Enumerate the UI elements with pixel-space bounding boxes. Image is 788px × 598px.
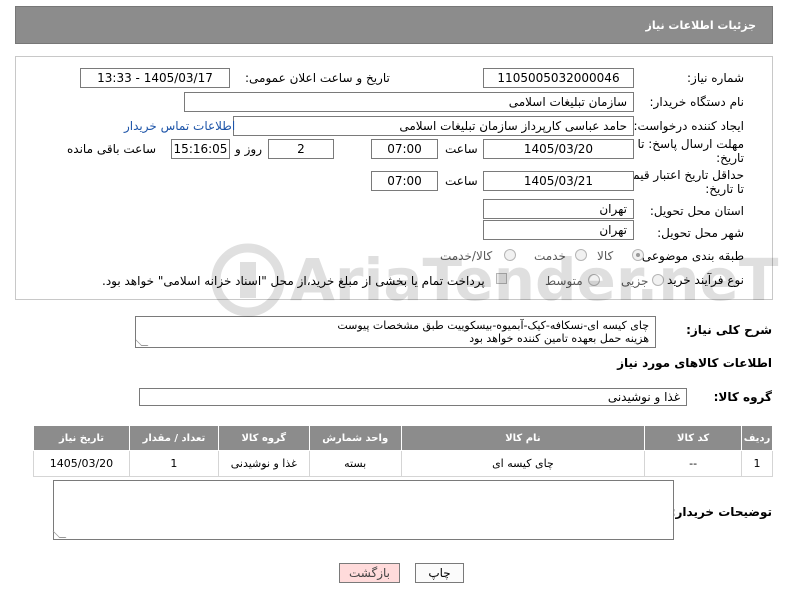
treasury-payment-note: پرداخت تمام یا بخشی از مبلغ خرید،از محل … — [102, 274, 485, 288]
process-minor-radio[interactable] — [652, 274, 664, 286]
deadline-date-field[interactable]: 1405/03/20 — [483, 139, 634, 159]
process-medium-label: متوسط — [545, 274, 583, 288]
days-field[interactable]: 2 — [268, 139, 334, 159]
cell-item-name: چای کیسه ای — [400, 450, 646, 477]
deadline-label-date: تاریخ: — [716, 151, 744, 165]
process-minor-label: جزیی — [621, 274, 649, 288]
min-validity-label-date: تا تاریخ: — [705, 182, 744, 196]
cell-group: غذا و نوشیدنی — [217, 450, 310, 477]
print-button[interactable]: چاپ — [415, 563, 464, 583]
description-line-1: چای کیسه ای-نسکافه-کیک-آبمیوه-بیسکوییت ط… — [337, 319, 649, 332]
page-title: جزئیات اطلاعات نیاز — [645, 19, 757, 32]
category-goods-label: کالا — [597, 249, 614, 263]
col-header-group: گروه کالا — [217, 425, 310, 451]
description-line-2: هزینه حمل بعهده تامین کننده خواهد بود — [469, 332, 649, 345]
category-service-label: خدمت — [534, 249, 566, 263]
creator-label: ایجاد کننده درخواست: — [633, 119, 744, 133]
announce-datetime-label: تاریخ و ساعت اعلان عمومی: — [245, 71, 390, 85]
remaining-time-label: ساعت باقی مانده — [67, 142, 157, 156]
cell-unit: بسته — [308, 450, 402, 477]
cell-item-code: -- — [644, 450, 743, 477]
cell-quantity: 1 — [128, 450, 219, 477]
category-goods-radio[interactable] — [632, 249, 644, 261]
buyer-contact-link[interactable]: اطلاعات تماس خریدار — [124, 119, 235, 133]
category-goods-service-label: کالا/خدمت — [440, 249, 493, 263]
validity-time-field[interactable]: 07:00 — [371, 171, 438, 191]
col-header-need-date: تاریخ نیاز — [33, 425, 130, 451]
buyer-notes-textarea[interactable] — [52, 480, 674, 540]
table-header-row: ردیف کد کالا نام کالا واحد شمارش گروه کا… — [33, 425, 773, 451]
need-number-label: شماره نیاز: — [687, 71, 744, 85]
creator-field[interactable]: حامد عباسی کارپرداز سازمان تبلیغات اسلام… — [233, 116, 634, 136]
description-textarea[interactable]: چای کیسه ای-نسکافه-کیک-آبمیوه-بیسکوییت ط… — [135, 316, 656, 348]
deadline-label: مهلت ارسال پاسخ: تا — [637, 137, 744, 151]
validity-time-label: ساعت — [445, 174, 478, 188]
col-header-item-code: کد کالا — [644, 425, 743, 451]
buyer-notes-label: توضیحات خریدار: — [670, 505, 772, 519]
col-header-item-name: نام کالا — [400, 425, 646, 451]
process-type-label: نوع فرآیند خرید : — [659, 273, 744, 287]
description-label: شرح کلی نیاز: — [686, 323, 772, 337]
col-header-unit: واحد شمارش — [308, 425, 402, 451]
category-goods-service-radio[interactable] — [504, 249, 516, 261]
min-validity-label: حداقل تاریخ اعتبار قیمت: — [617, 168, 744, 182]
cell-need-date: 1405/03/20 — [33, 450, 130, 477]
back-button[interactable]: بازگشت — [339, 563, 400, 583]
table-row[interactable]: 1 -- چای کیسه ای بسته غذا و نوشیدنی 1 14… — [33, 450, 773, 477]
need-number-field[interactable]: 1105005032000046 — [483, 68, 634, 88]
remaining-time-field[interactable]: 15:16:05 — [171, 139, 230, 159]
deadline-time-field[interactable]: 07:00 — [371, 139, 438, 159]
days-label: روز و — [235, 142, 262, 156]
province-field[interactable]: تهران — [483, 199, 634, 219]
province-label: استان محل تحویل: — [649, 204, 744, 218]
treasury-payment-checkbox[interactable] — [496, 273, 507, 284]
col-header-quantity: تعداد / مقدار — [128, 425, 219, 451]
buyer-org-label: نام دستگاه خریدار: — [649, 95, 745, 109]
resize-handle-icon[interactable] — [52, 531, 67, 538]
buyer-org-field[interactable]: سازمان تبلیغات اسلامی — [184, 92, 634, 112]
goods-table: ردیف کد کالا نام کالا واحد شمارش گروه کا… — [33, 425, 773, 477]
category-service-radio[interactable] — [575, 249, 587, 261]
deadline-time-label: ساعت — [445, 142, 478, 156]
cell-row-number: 1 — [741, 450, 773, 477]
goods-section-title: اطلاعات کالاهای مورد نیاز — [617, 356, 772, 370]
page-header: جزئیات اطلاعات نیاز — [15, 6, 773, 44]
city-label: شهر محل تحویل: — [657, 226, 744, 240]
validity-date-field[interactable]: 1405/03/21 — [483, 171, 634, 191]
city-field[interactable]: تهران — [483, 220, 634, 240]
goods-group-field[interactable]: غذا و نوشیدنی — [139, 388, 687, 406]
process-medium-radio[interactable] — [588, 274, 600, 286]
goods-group-label: گروه کالا: — [713, 390, 772, 404]
announce-datetime-field[interactable]: 1405/03/17 - 13:33 — [80, 68, 230, 88]
col-header-row-number: ردیف — [741, 425, 773, 451]
category-label: طبقه بندی موضوعی: — [637, 249, 744, 263]
